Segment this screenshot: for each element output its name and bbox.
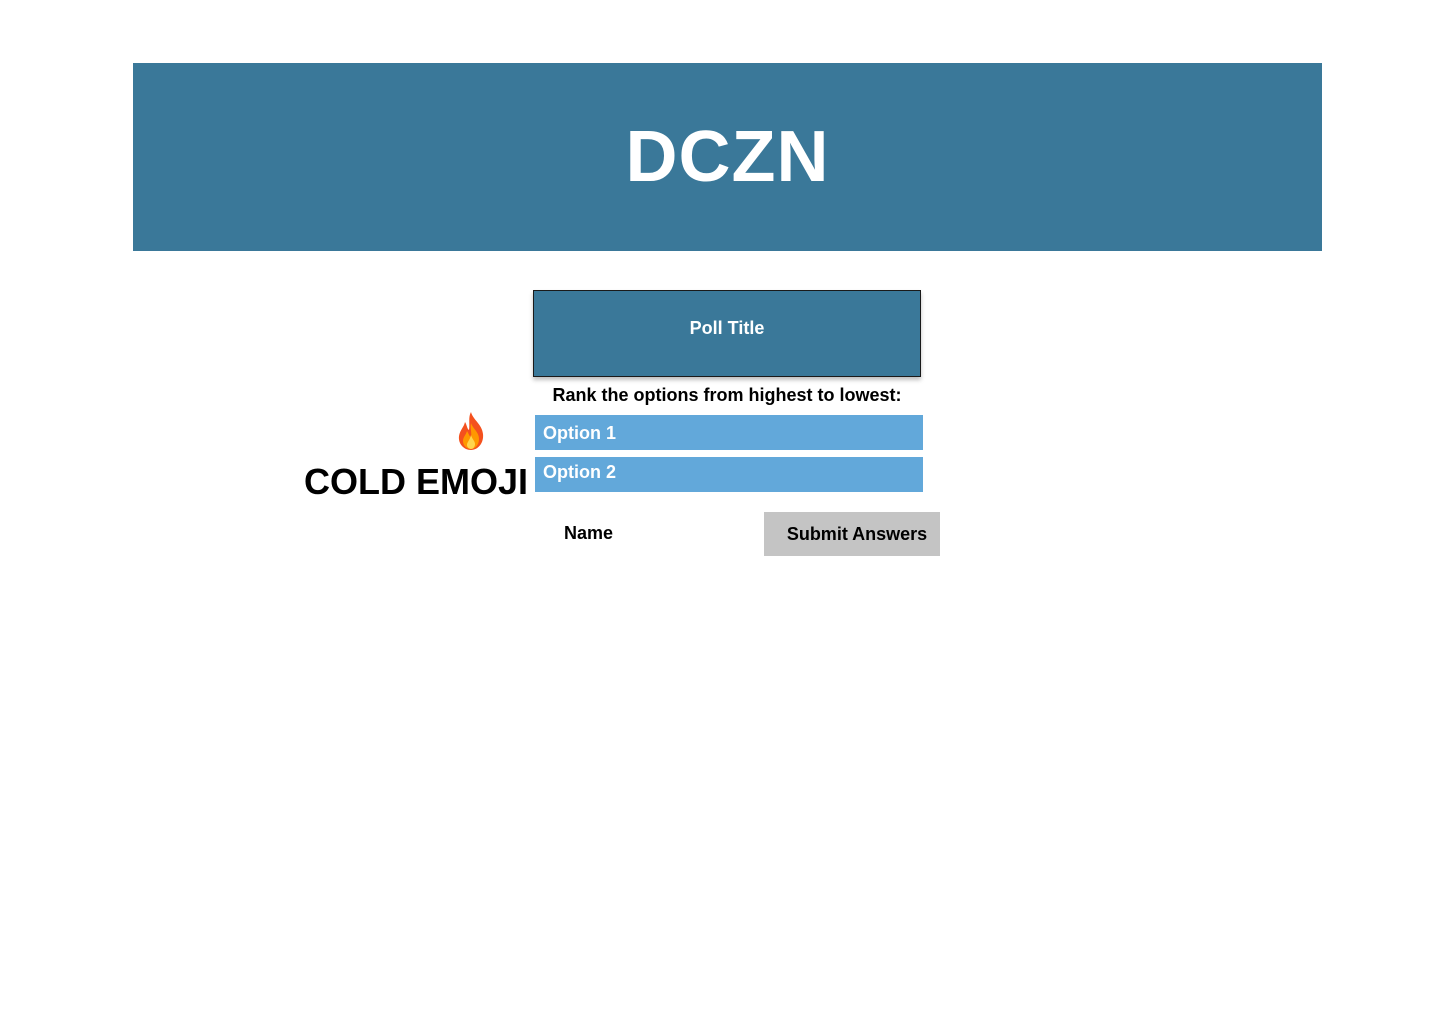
- poll-title-box: Poll Title: [533, 290, 921, 377]
- submit-answers-button[interactable]: Submit Answers: [764, 512, 940, 556]
- name-label: Name: [564, 523, 614, 543]
- site-title: DCZN: [625, 117, 830, 197]
- rank-option-2[interactable]: Option 2: [535, 457, 923, 492]
- poll-page: DCZN Poll Title Rank the options from hi…: [0, 0, 1440, 1024]
- header-banner: DCZN: [133, 63, 1322, 251]
- rank-instructions: Rank the options from highest to lowest:: [552, 385, 902, 405]
- cold-emoji-label: COLD EMOJI: [304, 461, 529, 502]
- fire-icon: [458, 412, 484, 450]
- poll-title: Poll Title: [689, 318, 765, 338]
- rank-option-1[interactable]: Option 1: [535, 415, 923, 450]
